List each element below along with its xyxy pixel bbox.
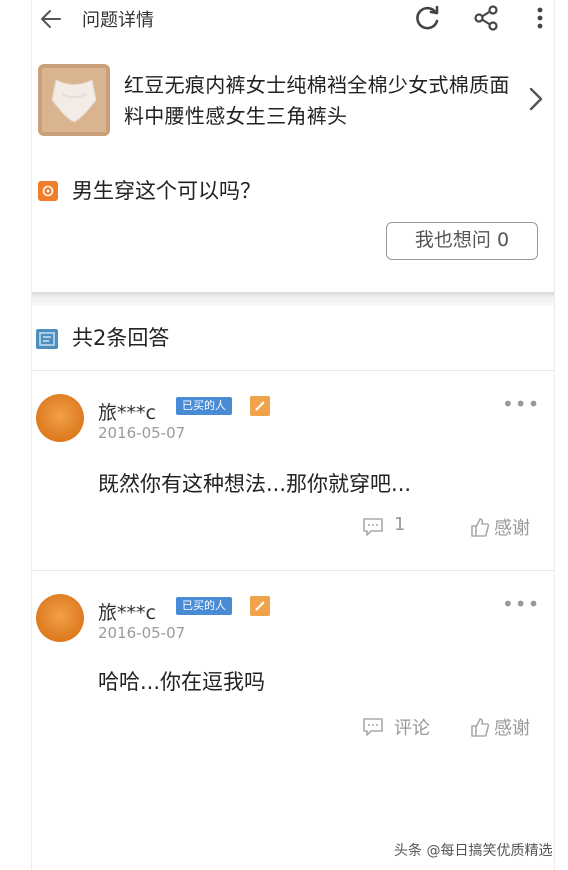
answer-more-icon[interactable]: ••• [502,392,540,416]
answer-username[interactable]: 旅***c [98,398,156,425]
thanks-icon[interactable] [468,716,490,738]
top-bar: 问题详情 [32,0,554,42]
right-border [554,0,555,870]
product-card[interactable]: 红豆无痕内裤女士纯棉裆全棉少女式棉质面料中腰性感女生三角裤头 [32,56,554,146]
answer-more-icon[interactable]: ••• [502,592,540,616]
share-icon[interactable] [472,4,500,32]
thanks-label[interactable]: 感谢 [494,514,530,540]
answers-count-heading: 共2条回答 [72,326,170,350]
ask-too-button[interactable]: 我也想问 0 [386,222,538,260]
refresh-icon[interactable] [414,4,442,32]
thanks-label[interactable]: 感谢 [494,714,530,740]
back-arrow-icon[interactable] [38,6,64,32]
avatar[interactable] [36,594,84,642]
question-icon [38,181,58,201]
answer-item: 旅***c 已买的人 2016-05-07 ••• 哈哈...你在逗我吗 评论 … [32,570,554,770]
answer-content: 既然你有这种想法...那你就穿吧... [98,472,412,496]
avatar[interactable] [36,394,84,442]
page-title: 问题详情 [82,10,154,31]
product-title[interactable]: 红豆无痕内裤女士纯棉裆全棉少女式棉质面料中腰性感女生三角裤头 [124,70,516,132]
product-thumbnail [38,64,110,136]
watermark-text: 头条 @每日搞笑优质精选 [394,843,553,859]
thanks-icon[interactable] [468,516,490,538]
answer-username[interactable]: 旅***c [98,598,156,625]
buyer-badge: 已买的人 [176,597,232,615]
level-badge-icon [250,596,270,616]
answer-content: 哈哈...你在逗我吗 [98,670,266,694]
more-vertical-icon[interactable] [532,4,548,32]
answer-date: 2016-05-07 [98,424,186,442]
section-separator [32,292,554,306]
answer-date: 2016-05-07 [98,624,186,642]
chevron-right-icon[interactable] [526,84,546,114]
comment-button-label[interactable]: 评论 [394,714,430,740]
comment-icon[interactable] [362,517,384,537]
answer-item: 旅***c 已买的人 2016-05-07 ••• 既然你有这种想法...那你就… [32,370,554,570]
question-text: 男生穿这个可以吗？ [72,179,261,203]
comment-count[interactable]: 1 [394,514,405,535]
answers-icon [36,329,58,349]
comment-icon[interactable] [362,717,384,737]
buyer-badge: 已买的人 [176,397,232,415]
level-badge-icon [250,396,270,416]
